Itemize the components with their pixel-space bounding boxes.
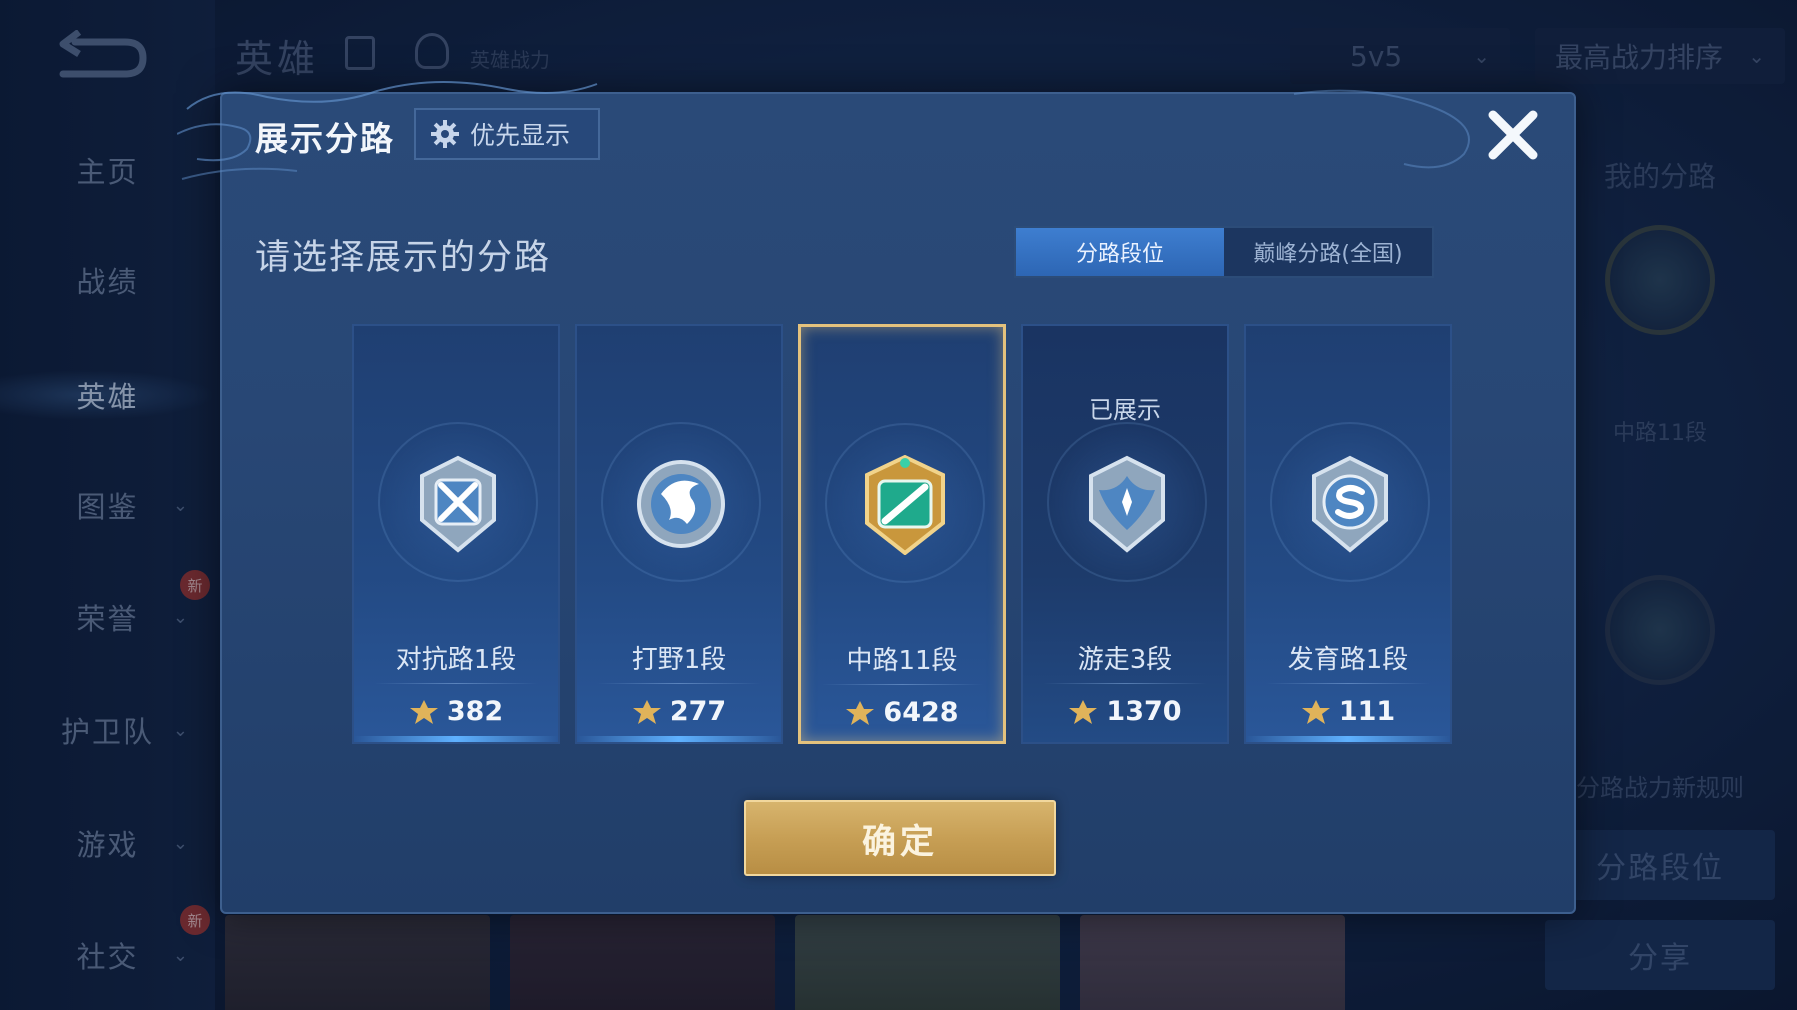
divider	[1266, 683, 1430, 684]
lane-score: 382	[354, 696, 558, 727]
lane-score-value: 111	[1338, 696, 1396, 727]
lane-score: 6428	[801, 697, 1003, 728]
lane-score-value: 277	[669, 696, 727, 727]
close-icon	[1488, 110, 1538, 160]
power-icon	[409, 699, 438, 724]
lane-label: 发育路1段	[1287, 645, 1409, 675]
card-glow	[354, 736, 558, 742]
power-icon	[846, 700, 875, 725]
tab-peak-lane-national[interactable]: 巅峰分路(全国)	[1224, 228, 1432, 276]
power-icon	[632, 699, 661, 724]
lane-card-mid[interactable]: 中路11段 6428	[798, 324, 1006, 744]
lane-score: 1370	[1023, 696, 1227, 727]
lane-score-value: 6428	[883, 697, 959, 728]
tab-lane-rank[interactable]: 分路段位	[1016, 228, 1224, 276]
lane-card-roam[interactable]: 已展示 游走3段 1370	[1021, 324, 1229, 744]
divider	[1043, 683, 1207, 684]
lane-card-jungle[interactable]: 打野1段 277	[575, 324, 783, 744]
card-glow	[1246, 736, 1450, 742]
jungle-emblem-icon	[637, 460, 725, 548]
power-icon	[1301, 699, 1330, 724]
divider	[597, 683, 761, 684]
card-glow	[577, 736, 781, 742]
lane-score-value: 382	[446, 696, 504, 727]
divider	[374, 683, 538, 684]
shown-status: 已展示	[1089, 396, 1161, 424]
confirm-button[interactable]: 确定	[744, 800, 1056, 876]
divider	[821, 684, 983, 685]
lane-label: 打野1段	[631, 645, 727, 675]
clash-lane-emblem-icon	[420, 455, 496, 553]
close-button[interactable]	[1482, 104, 1544, 166]
lane-score: 277	[577, 696, 781, 727]
lane-label: 中路11段	[846, 646, 958, 676]
lane-label: 对抗路1段	[395, 645, 517, 675]
lane-tab-group: 分路段位 巅峰分路(全国)	[1014, 226, 1434, 278]
lane-card-clash[interactable]: 对抗路1段 382	[352, 324, 560, 744]
gear-icon	[431, 120, 459, 148]
lane-score-value: 1370	[1106, 696, 1182, 727]
dialog-title: 展示分路	[255, 119, 395, 158]
lane-card-list: 对抗路1段 382 打野1段 277 中路11段 6428 已展示 游走3段 1…	[352, 324, 1452, 744]
lane-score: 111	[1246, 696, 1450, 727]
display-lane-dialog: 展示分路 优先显示 请选择展示的分路 分路段位 巅峰分路(全国) 对抗路1段 3…	[177, 81, 1576, 914]
priority-display-label: 优先显示	[470, 121, 571, 150]
priority-display-button[interactable]: 优先显示	[414, 108, 600, 160]
roam-emblem-icon	[1089, 455, 1165, 553]
power-icon	[1069, 699, 1098, 724]
select-lane-heading: 请选择展示的分路	[255, 238, 552, 278]
farm-lane-emblem-icon	[1312, 455, 1388, 553]
lane-card-farm[interactable]: 发育路1段 111	[1244, 324, 1452, 744]
lane-label: 游走3段	[1077, 645, 1173, 675]
mid-lane-emblem-icon	[865, 455, 945, 555]
